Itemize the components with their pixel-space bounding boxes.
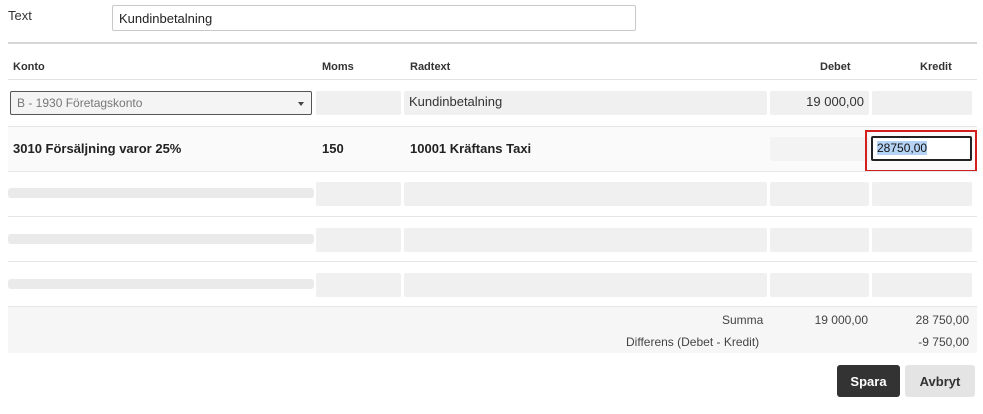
row2-kredit-input[interactable]: 28750,00 xyxy=(871,136,972,161)
row4-moms-field[interactable] xyxy=(316,228,401,252)
row-divider xyxy=(8,261,977,262)
differens-value: -9 750,00 xyxy=(918,335,969,349)
row3-konto-placeholder[interactable] xyxy=(8,188,314,198)
header-kredit: Kredit xyxy=(920,61,952,73)
row1-radtext-field[interactable]: Kundinbetalning xyxy=(404,91,767,115)
text-label: Text xyxy=(8,8,32,23)
row5-radtext-field[interactable] xyxy=(404,273,767,297)
row-divider xyxy=(8,171,977,172)
row3-radtext-field[interactable] xyxy=(404,182,767,206)
save-button[interactable]: Spara xyxy=(837,365,900,397)
header-konto: Konto xyxy=(13,61,45,73)
row4-kredit-field[interactable] xyxy=(872,228,972,252)
row2-debet-field[interactable] xyxy=(770,137,869,161)
row2-kredit-value: 28750,00 xyxy=(877,141,928,155)
divider xyxy=(8,42,977,44)
row5-konto-placeholder[interactable] xyxy=(8,279,314,289)
header-moms: Moms xyxy=(322,61,354,73)
row-divider xyxy=(8,216,977,217)
konto-select-value: B - 1930 Företagskonto xyxy=(17,96,143,110)
summa-kredit: 28 750,00 xyxy=(915,313,969,327)
differens-label: Differens (Debet - Kredit) xyxy=(626,335,760,349)
row5-debet-field[interactable] xyxy=(770,273,869,297)
cancel-button[interactable]: Avbryt xyxy=(905,365,975,397)
header-debet: Debet xyxy=(820,61,851,73)
summa-debet: 19 000,00 xyxy=(814,313,868,327)
row4-konto-placeholder[interactable] xyxy=(8,234,314,244)
row2-konto[interactable]: 3010 Försäljning varor 25% xyxy=(13,141,181,156)
summa-label: Summa xyxy=(722,313,764,327)
row3-moms-field[interactable] xyxy=(316,182,401,206)
row4-debet-field[interactable] xyxy=(770,228,869,252)
row3-debet-field[interactable] xyxy=(770,182,869,206)
chevron-down-icon xyxy=(298,102,304,106)
row2-moms[interactable]: 150 xyxy=(322,141,344,156)
header-radtext: Radtext xyxy=(410,61,451,73)
row4-radtext-field[interactable] xyxy=(404,228,767,252)
row1-moms-field[interactable] xyxy=(316,91,401,115)
text-input[interactable] xyxy=(112,5,636,31)
row5-kredit-field[interactable] xyxy=(872,273,972,297)
row5-moms-field[interactable] xyxy=(316,273,401,297)
row1-debet-field[interactable]: 19 000,00 xyxy=(770,91,869,115)
header-divider xyxy=(8,79,977,80)
konto-select[interactable]: B - 1930 Företagskonto xyxy=(10,91,312,115)
row3-kredit-field[interactable] xyxy=(872,182,972,206)
row2-radtext[interactable]: 10001 Kräftans Taxi xyxy=(410,141,531,156)
row1-kredit-field[interactable] xyxy=(872,91,972,115)
